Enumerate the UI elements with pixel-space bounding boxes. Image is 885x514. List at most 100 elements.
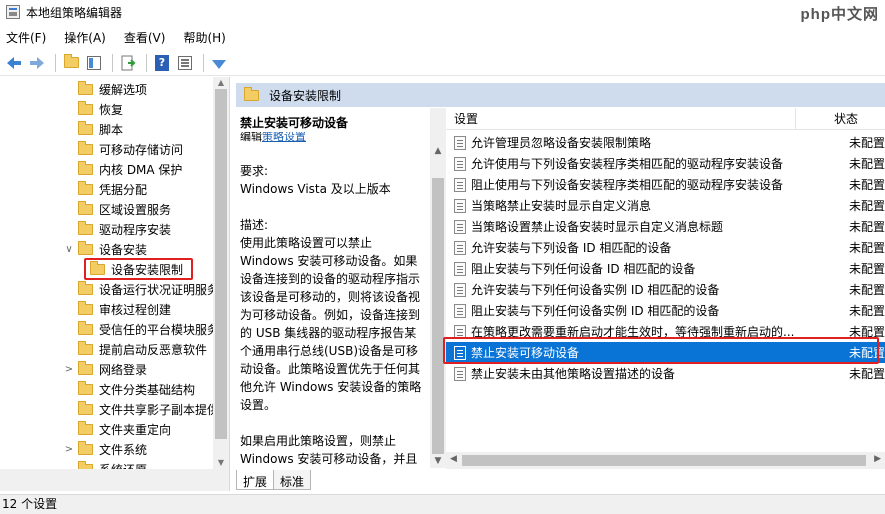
folder-icon bbox=[78, 320, 93, 335]
setting-state: 未配置 bbox=[848, 220, 885, 234]
tree-item[interactable]: 凭据分配 bbox=[62, 179, 147, 199]
tree-item[interactable]: 文件分类基础结构 bbox=[62, 379, 195, 399]
table-row[interactable]: 阻止安装与下列任何设备 ID 相匹配的设备 未配置 bbox=[446, 258, 885, 279]
tree-horizontal-scrollbar[interactable] bbox=[0, 469, 230, 491]
menu-file[interactable]: 文件(F) bbox=[6, 29, 46, 46]
tree-item-label: 文件夹重定向 bbox=[99, 422, 172, 437]
table-row[interactable]: 禁止安装未由其他策略设置描述的设备 未配置 bbox=[446, 363, 885, 384]
table-row[interactable]: 禁止安装可移动设备 未配置 bbox=[446, 342, 885, 363]
setting-state: 未配置 bbox=[848, 325, 885, 339]
scroll-thumb[interactable] bbox=[215, 89, 227, 439]
tree-item[interactable]: 文件夹重定向 bbox=[62, 419, 171, 439]
tree-item-label: 缓解选项 bbox=[99, 82, 148, 97]
tree-item[interactable]: 内核 DMA 保护 bbox=[62, 159, 182, 179]
tree-item-label: 设备安装 bbox=[99, 242, 148, 257]
tree-item[interactable]: 脚本 bbox=[62, 119, 123, 139]
tree-item[interactable]: ∨ 设备安装 bbox=[62, 239, 147, 259]
folder-icon bbox=[78, 80, 93, 95]
table-row[interactable]: 允许安装与下列设备 ID 相匹配的设备 未配置 bbox=[446, 237, 885, 258]
policy-setting-icon bbox=[454, 219, 466, 234]
tree-item-label: 文件分类基础结构 bbox=[99, 382, 196, 397]
table-row[interactable]: 允许安装与下列任何设备实例 ID 相匹配的设备 未配置 bbox=[446, 279, 885, 300]
tree-item[interactable]: > 文件系统 bbox=[62, 439, 147, 459]
scroll-left-arrow-icon[interactable]: ◀ bbox=[450, 454, 457, 464]
tree-expander-icon[interactable]: > bbox=[62, 444, 76, 455]
tree-item[interactable]: 可移动存储访问 bbox=[62, 139, 183, 159]
policy-setting-icon bbox=[454, 366, 466, 381]
group-policy-app-icon bbox=[6, 5, 20, 19]
setting-name: 阻止安装与下列任何设备 ID 相匹配的设备 bbox=[471, 262, 696, 276]
description-scrollbar[interactable]: ▲ ▼ bbox=[430, 108, 446, 468]
tree-expander-icon[interactable]: ∨ bbox=[62, 244, 76, 255]
folder-icon bbox=[78, 220, 93, 235]
table-row[interactable]: 阻止安装与下列任何设备实例 ID 相匹配的设备 未配置 bbox=[446, 300, 885, 321]
folder-icon bbox=[78, 380, 93, 395]
edit-policy-link[interactable]: 策略设置 bbox=[262, 132, 306, 143]
scroll-thumb[interactable] bbox=[432, 178, 444, 454]
policy-title: 禁止安装可移动设备 bbox=[240, 116, 349, 130]
column-header-setting[interactable]: 设置 bbox=[446, 108, 796, 129]
scroll-up-arrow-icon[interactable]: ▲ bbox=[213, 77, 229, 89]
setting-name: 阻止安装与下列任何设备实例 ID 相匹配的设备 bbox=[471, 304, 720, 318]
forward-arrow-icon[interactable] bbox=[27, 53, 47, 73]
setting-state: 未配置 bbox=[848, 346, 885, 360]
setting-state: 未配置 bbox=[848, 199, 885, 213]
folder-icon bbox=[78, 120, 93, 135]
menu-help[interactable]: 帮助(H) bbox=[183, 29, 225, 46]
table-row[interactable]: 阻止使用与下列设备安装程序类相匹配的驱动程序安装设备 未配置 bbox=[446, 174, 885, 195]
scroll-thumb[interactable] bbox=[462, 455, 866, 466]
folder-icon bbox=[78, 180, 93, 195]
tree-item[interactable]: > 网络登录 bbox=[62, 359, 147, 379]
tree-vertical-scrollbar[interactable]: ▲ ▼ bbox=[213, 77, 229, 469]
tree-item[interactable]: 设备运行状况证明服务 bbox=[62, 279, 219, 299]
toolbar-separator bbox=[203, 53, 204, 72]
tree-item[interactable]: 系统还原 bbox=[62, 459, 147, 469]
show-hide-tree-icon[interactable] bbox=[84, 53, 104, 73]
table-row[interactable]: 在策略更改需要重新启动才能生效时，等待强制重新启动的... 未配置 bbox=[446, 321, 885, 342]
tree-item[interactable]: 提前启动反恶意软件 bbox=[62, 339, 207, 359]
table-row[interactable]: 当策略禁止安装时显示自定义消息 未配置 bbox=[446, 195, 885, 216]
policy-setting-icon bbox=[454, 261, 466, 276]
tab-standard[interactable]: 标准 bbox=[274, 470, 312, 490]
tree-expander-icon[interactable]: > bbox=[62, 364, 76, 375]
column-header-state[interactable]: 状态 bbox=[796, 108, 885, 129]
tree-item-label: 驱动程序安装 bbox=[99, 222, 172, 237]
setting-state: 未配置 bbox=[848, 241, 885, 255]
export-list-icon[interactable] bbox=[118, 53, 138, 73]
right-pane-header: 设备安装限制 bbox=[236, 83, 885, 107]
setting-name: 当策略设置禁止设备安装时显示自定义消息标题 bbox=[471, 220, 724, 234]
table-row[interactable]: 允许使用与下列设备安装程序类相匹配的驱动程序安装设备 未配置 bbox=[446, 153, 885, 174]
table-row[interactable]: 允许管理员忽略设备安装限制策略 未配置 bbox=[446, 132, 885, 153]
scroll-down-arrow-icon[interactable]: ▼ bbox=[213, 457, 229, 469]
tree-item[interactable]: 审核过程创建 bbox=[62, 299, 171, 319]
tree-item-label: 审核过程创建 bbox=[99, 302, 172, 317]
tree-item[interactable]: 受信任的平台模块服务 bbox=[62, 319, 219, 339]
setting-name: 允许安装与下列设备 ID 相匹配的设备 bbox=[471, 241, 672, 255]
setting-name: 禁止安装未由其他策略设置描述的设备 bbox=[471, 367, 676, 381]
scroll-up-arrow-icon[interactable]: ▲ bbox=[430, 146, 446, 156]
tree-item[interactable]: 缓解选项 bbox=[62, 79, 147, 99]
tree-item[interactable]: 文件共享影子副本提供程序 bbox=[62, 399, 229, 419]
filter-icon[interactable] bbox=[209, 53, 229, 73]
policy-setting-icon bbox=[454, 240, 466, 255]
table-row[interactable]: 当策略设置禁止设备安装时显示自定义消息标题 未配置 bbox=[446, 216, 885, 237]
view-icon[interactable] bbox=[175, 53, 195, 73]
menu-view[interactable]: 查看(V) bbox=[124, 29, 166, 46]
back-arrow-icon[interactable] bbox=[4, 53, 24, 73]
policy-setting-icon bbox=[454, 177, 466, 192]
tree-item[interactable]: 驱动程序安装 bbox=[62, 219, 171, 239]
setting-state: 未配置 bbox=[848, 367, 885, 381]
folder-icon bbox=[78, 240, 93, 255]
toolbar: ? bbox=[0, 50, 885, 76]
menu-action[interactable]: 操作(A) bbox=[64, 29, 106, 46]
scroll-right-arrow-icon[interactable]: ▶ bbox=[874, 454, 881, 464]
tree-item[interactable]: 设备安装限制 bbox=[84, 258, 194, 280]
tree-item[interactable]: 区域设置服务 bbox=[62, 199, 171, 219]
tree-item[interactable]: 恢复 bbox=[62, 99, 123, 119]
folder-up-icon[interactable] bbox=[61, 53, 81, 73]
folder-icon bbox=[78, 280, 93, 295]
help-icon[interactable]: ? bbox=[152, 53, 172, 73]
tab-extended[interactable]: 扩展 bbox=[236, 470, 275, 490]
list-horizontal-scrollbar[interactable]: ◀ ▶ bbox=[446, 452, 885, 469]
scroll-down-arrow-icon[interactable]: ▼ bbox=[430, 456, 446, 466]
